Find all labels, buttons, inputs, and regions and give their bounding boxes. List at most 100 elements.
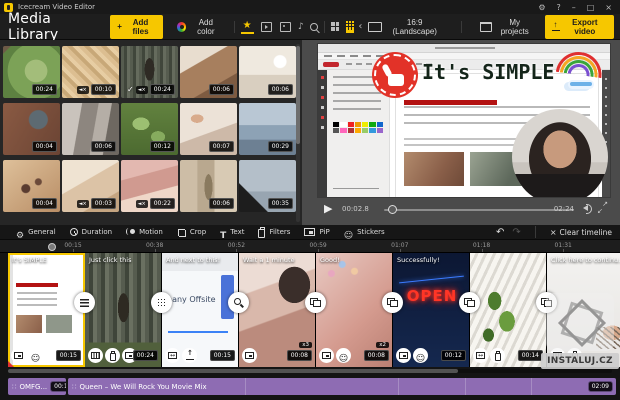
tool-filters[interactable]: Filters: [258, 227, 290, 238]
repeat-count-badge: x3: [299, 342, 312, 348]
ruler-tick-label: 01:07: [391, 242, 408, 249]
large-grid-view-icon[interactable]: [331, 22, 339, 31]
window-controls: ⚙ ? – □ ×: [538, 3, 620, 12]
muted-icon: ◄×: [136, 86, 148, 94]
library-scrollbar-thumb[interactable]: [296, 46, 300, 144]
aspect-ratio-button[interactable]: 16:9 (Landscape): [362, 17, 449, 37]
clip-sticker-icon[interactable]: [28, 348, 43, 363]
duration-badge: 00:24: [150, 84, 175, 95]
upload-glyph: [186, 351, 194, 360]
add-color-button[interactable]: Add color: [171, 17, 228, 37]
settings-gear-icon[interactable]: ⚙: [538, 3, 545, 12]
timeline-clip[interactable]: Wait a 1 minutex300:08: [239, 253, 316, 367]
library-item[interactable]: 00:06: [239, 46, 296, 98]
transition-overlap-button[interactable]: [305, 292, 326, 313]
library-item[interactable]: 00:04: [3, 160, 60, 212]
audio-clip-2[interactable]: ∷ Queen – We Will Rock You Movie Mix 02:…: [68, 378, 616, 395]
clip-pip-icon[interactable]: [396, 348, 411, 363]
image-filter-icon[interactable]: [280, 22, 291, 32]
clip-resize-icon[interactable]: [473, 348, 488, 363]
favorites-filter-icon[interactable]: ★: [241, 20, 254, 34]
library-item[interactable]: 00:29: [239, 103, 296, 155]
clip-columns-icon[interactable]: [88, 348, 103, 363]
clip-pip-icon[interactable]: [242, 348, 257, 363]
seek-bar[interactable]: [384, 209, 574, 211]
library-item[interactable]: ✓◄×00:24: [121, 46, 178, 98]
tool-text[interactable]: Text: [220, 223, 244, 242]
audio-filter-icon[interactable]: ♪: [298, 22, 304, 32]
audio-clip-label: Queen – We Will Rock You Movie Mix: [79, 383, 206, 391]
clip-pip-icon[interactable]: [11, 348, 26, 363]
video-filter-icon[interactable]: [261, 22, 272, 32]
thumb-badges: 00:04: [32, 141, 57, 152]
library-item[interactable]: 00:35: [239, 160, 296, 212]
tool-motion[interactable]: Motion: [126, 228, 163, 236]
playhead[interactable]: [48, 243, 56, 251]
library-item[interactable]: 00:06: [62, 103, 119, 155]
undo-icon[interactable]: ↶: [496, 227, 504, 238]
library-item[interactable]: 00:06: [180, 46, 237, 98]
tool-label: Stickers: [357, 228, 385, 236]
clip-sticker-icon[interactable]: [336, 348, 351, 363]
ruler-tick-label: 00:15: [64, 242, 81, 249]
clear-timeline-button[interactable]: × Clear timeline: [550, 228, 612, 237]
tool-stickers[interactable]: Stickers: [344, 223, 385, 242]
transition-zoom-button[interactable]: [228, 292, 249, 313]
clip-upload-icon[interactable]: [182, 348, 197, 363]
ruler-tick-mark: [482, 249, 483, 252]
transition-overlap-button[interactable]: [382, 292, 403, 313]
clip-resize-icon[interactable]: [165, 348, 180, 363]
search-icon[interactable]: [310, 23, 318, 31]
help-icon[interactable]: ?: [556, 3, 560, 12]
volume-icon[interactable]: [580, 205, 588, 211]
timeline-clip[interactable]: OPENSuccessfully!00:12: [393, 253, 470, 367]
library-item[interactable]: 00:24: [3, 46, 60, 98]
ruler-tick-mark: [73, 249, 74, 252]
ruler-tick-label: 00:59: [309, 242, 326, 249]
timeline-clip[interactable]: Just click this00:24: [85, 253, 162, 367]
seek-handle[interactable]: [388, 205, 397, 214]
tool-pip[interactable]: PiP: [304, 228, 329, 236]
transition-dots-button[interactable]: [151, 292, 172, 313]
fullscreen-icon[interactable]: ↗↙: [597, 202, 608, 213]
maximize-icon[interactable]: □: [587, 3, 595, 12]
tool-crop[interactable]: Crop: [177, 228, 206, 237]
plus-icon: +: [117, 22, 122, 31]
library-item[interactable]: ◄×00:03: [62, 160, 119, 212]
timeline-clip[interactable]: 00:14: [470, 253, 547, 367]
overlay-text: It's SIMPLE: [422, 60, 554, 84]
audio-clip-1[interactable]: ∷ OMFG... 00:10: [8, 378, 66, 395]
ruler[interactable]: 00:1500:3800:5200:5901:0701:1801:31: [0, 240, 620, 253]
tool-general[interactable]: General: [16, 223, 56, 242]
play-button[interactable]: ▶: [324, 202, 332, 215]
export-video-button[interactable]: Export video: [545, 15, 614, 39]
redo-icon[interactable]: ↷: [512, 227, 520, 238]
clip-filter-icon[interactable]: [105, 348, 120, 363]
video-preview[interactable]: It's SIMPLE: [318, 44, 610, 197]
library-item[interactable]: 00:07: [180, 103, 237, 155]
transition-overlap-button[interactable]: [459, 292, 480, 313]
library-item[interactable]: ◄×00:10: [62, 46, 119, 98]
clip-sticker-icon[interactable]: [413, 348, 428, 363]
small-grid-view-icon[interactable]: [346, 21, 354, 33]
add-files-button[interactable]: + Add files: [110, 15, 163, 39]
timeline-scrollbar-thumb[interactable]: [8, 369, 458, 373]
close-icon[interactable]: ×: [605, 3, 612, 12]
ruler-tick-label: 01:18: [473, 242, 490, 249]
minimize-icon[interactable]: –: [572, 3, 576, 12]
timeline-clip[interactable]: It's SIMPLE00:15: [8, 253, 85, 367]
timeline-clip[interactable]: pany OffsiteAnd next to this!00:15: [162, 253, 239, 367]
my-projects-button[interactable]: My projects: [474, 17, 539, 37]
tool-duration[interactable]: Duration: [70, 228, 112, 236]
library-item[interactable]: 00:06: [180, 160, 237, 212]
transition-lines-button[interactable]: [74, 292, 95, 313]
library-item[interactable]: 00:12: [121, 103, 178, 155]
clip-duration-badge: 00:14: [518, 350, 543, 361]
library-item[interactable]: ◄×00:22: [121, 160, 178, 212]
clip-pip-icon[interactable]: [319, 348, 334, 363]
overlap-icon: [387, 298, 398, 307]
library-item[interactable]: 00:04: [3, 103, 60, 155]
timeline-clip[interactable]: Good!x200:08: [316, 253, 393, 367]
clip-filter-icon[interactable]: [490, 348, 505, 363]
clock-icon: [70, 228, 78, 236]
